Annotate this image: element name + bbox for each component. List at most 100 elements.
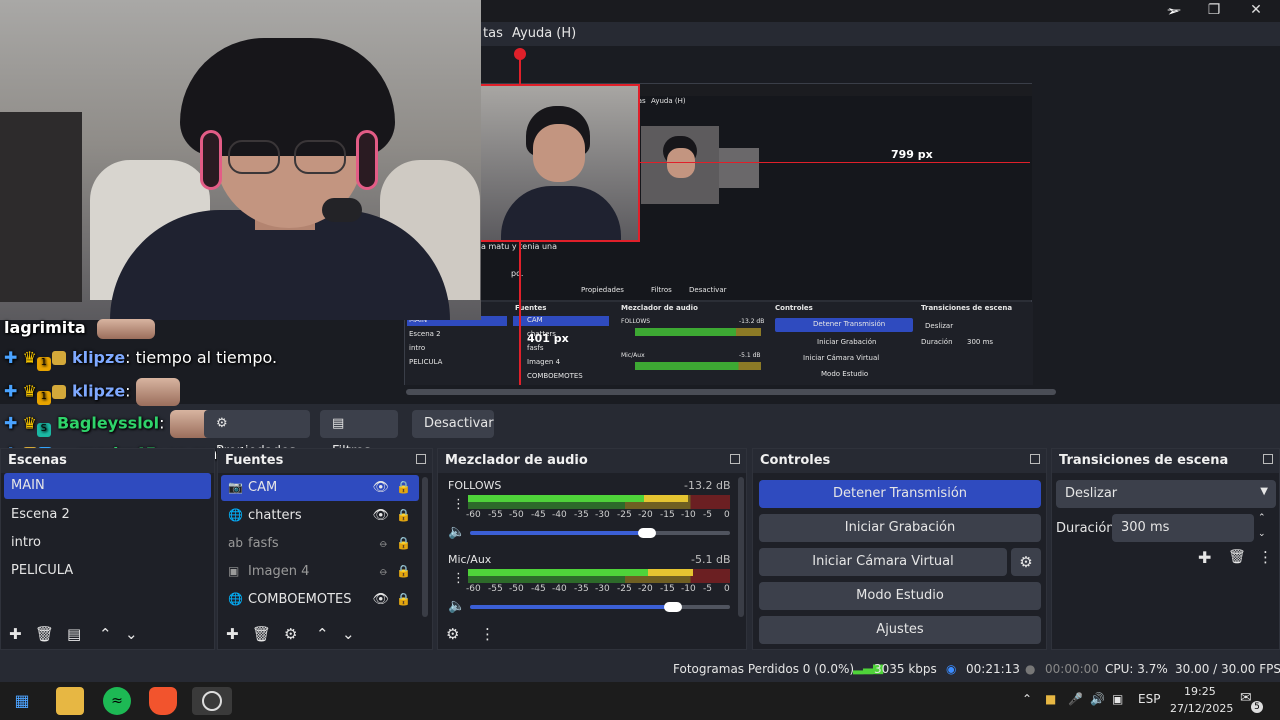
lock-icon[interactable]: 🔒	[396, 508, 411, 522]
tray-app-icon[interactable]: ■	[1045, 692, 1056, 706]
volume-slider-knob[interactable]	[638, 528, 656, 538]
stop-stream-button[interactable]: Detener Transmisión	[759, 480, 1041, 508]
float-icon[interactable]	[1030, 454, 1040, 464]
microphone-icon[interactable]: 🎤	[1068, 692, 1083, 706]
file-explorer-icon[interactable]	[56, 687, 84, 715]
chevron-down-icon[interactable]: ⌄	[342, 625, 355, 643]
float-icon[interactable]	[1263, 454, 1273, 464]
scene-item[interactable]: PELICULA	[4, 558, 211, 584]
nested-px-label-2: 401 px	[527, 332, 569, 345]
float-icon[interactable]	[416, 454, 426, 464]
preview-scrollbar[interactable]	[406, 389, 1056, 395]
add-icon[interactable]: ✚	[1198, 548, 1211, 567]
start-recording-button[interactable]: Iniciar Grabación	[759, 514, 1041, 542]
lock-icon[interactable]: 🔒	[396, 536, 411, 550]
deactivate-button[interactable]: Desactivar	[412, 410, 494, 438]
source-item[interactable]: 📷 CAM 👁 🔒	[221, 475, 419, 501]
kebab-menu-icon[interactable]: ⋮	[1258, 548, 1273, 566]
filter-icon[interactable]: ▤	[67, 625, 81, 643]
nested-source-5: COMBOEMOTES	[527, 372, 583, 380]
settings-icon[interactable]: ⚙	[446, 625, 459, 643]
menu-help[interactable]: Ayuda (H)	[512, 26, 576, 41]
add-icon[interactable]: ✚	[9, 625, 22, 643]
spotify-icon[interactable]: ≈	[103, 687, 131, 715]
close-button[interactable]: ✕	[1236, 0, 1276, 20]
eye-off-icon[interactable]: ⦵	[378, 536, 389, 551]
lock-icon[interactable]: 🔒	[396, 592, 411, 606]
notifications-icon[interactable]: ✉	[1240, 690, 1252, 706]
trash-icon[interactable]: 🗑	[252, 625, 271, 643]
add-icon[interactable]: ✚	[226, 625, 239, 643]
gear-icon[interactable]: ⚙	[1011, 548, 1041, 576]
brave-browser-icon[interactable]	[149, 687, 177, 715]
mixer-scrollbar[interactable]	[738, 477, 744, 617]
webcam-feed	[0, 0, 481, 320]
guide-line-lower	[481, 240, 640, 242]
eye-icon[interactable]: 👁	[372, 592, 389, 607]
source-item[interactable]: ▣ Imagen 4 ⦵ 🔒	[221, 559, 419, 585]
meter-scale-tick: -25	[617, 510, 632, 520]
speaker-icon[interactable]: 🔈	[448, 524, 465, 540]
kebab-menu-icon[interactable]: ⋮	[480, 625, 495, 643]
volume-slider[interactable]	[470, 605, 673, 609]
preview-canvas[interactable]: Ayuda (H) tas a matu y tenia una po. 799…	[404, 83, 1033, 385]
scenes-footer: ✚ 🗑 ▤ ⌃ ⌄	[1, 621, 214, 649]
language-indicator[interactable]: ESP	[1138, 692, 1160, 706]
guide-handle[interactable]	[514, 48, 526, 60]
sources-scrollbar[interactable]	[422, 477, 428, 617]
settings-button[interactable]: Ajustes	[759, 616, 1041, 644]
speaker-icon[interactable]: 🔈	[448, 598, 465, 614]
float-icon[interactable]	[730, 454, 740, 464]
stepper-down-icon[interactable]: ⌄	[1258, 529, 1266, 539]
properties-button[interactable]: ⚙ Propiedades	[204, 410, 310, 459]
lock-icon[interactable]: 🔒	[396, 480, 411, 494]
chevron-up-icon[interactable]: ⌃	[99, 625, 112, 643]
chevron-down-icon[interactable]: ⌄	[125, 625, 138, 643]
chevron-up-icon[interactable]: ⌃	[316, 625, 329, 643]
meter-scale-tick: -30	[595, 510, 610, 520]
image-icon: ▣	[228, 564, 240, 578]
network-icon[interactable]: ▣	[1112, 692, 1123, 706]
trash-icon[interactable]: 🗑	[35, 625, 54, 643]
source-item[interactable]: 🌐 chatters 👁 🔒	[221, 503, 419, 529]
clock-date[interactable]: 27/12/2025	[1170, 702, 1233, 715]
obs-app-icon[interactable]	[192, 687, 232, 715]
stream-time: 00:21:13	[966, 662, 1020, 676]
volume-icon[interactable]: 🔊	[1090, 692, 1105, 706]
studio-mode-button[interactable]: Modo Estudio	[759, 582, 1041, 610]
gear-icon[interactable]: ⚙	[284, 625, 297, 643]
kebab-menu-icon[interactable]: ⋮	[452, 571, 465, 586]
scene-item[interactable]: MAIN	[4, 473, 211, 499]
meter-scale-tick: -35	[574, 510, 589, 520]
restore-button[interactable]: ❐	[1194, 0, 1234, 20]
start-virtual-cam-button[interactable]: Iniciar Cámara Virtual	[759, 548, 1007, 576]
meter-scale-tick: -15	[660, 584, 675, 594]
source-item[interactable]: 🌐 COMBOEMOTES 👁 🔒	[221, 587, 419, 613]
scene-item[interactable]: intro	[4, 530, 211, 556]
duration-input[interactable]: 300 ms	[1112, 514, 1254, 542]
stepper-up-icon[interactable]: ⌃	[1258, 513, 1266, 523]
chat-user: klipze	[71, 348, 126, 367]
filters-button[interactable]: ▤ Filtros	[320, 410, 398, 459]
clock-time[interactable]: 19:25	[1184, 685, 1216, 698]
eye-icon[interactable]: 👁	[372, 480, 389, 495]
source-item[interactable]: ab fasfs ⦵ 🔒	[221, 531, 419, 557]
eye-icon[interactable]: 👁	[372, 508, 389, 523]
windows-start-icon[interactable]: ▦	[8, 687, 36, 715]
lock-icon[interactable]: 🔒	[396, 564, 411, 578]
kebab-menu-icon[interactable]: ⋮	[452, 497, 465, 512]
scene-item[interactable]: Escena 2	[4, 502, 211, 528]
volume-slider-knob[interactable]	[664, 602, 682, 612]
nested-duration: 300 ms	[967, 338, 994, 346]
notification-count-badge: 5	[1251, 701, 1263, 713]
chat-user: Bagleysslol	[56, 413, 160, 433]
eye-off-icon[interactable]: ⦵	[378, 564, 389, 579]
transition-select[interactable]: Deslizar ▼	[1056, 480, 1276, 508]
trash-icon[interactable]: 🗑	[1228, 549, 1246, 565]
tray-expand-icon[interactable]: ⌃	[1022, 692, 1032, 706]
filter-icon: ▤	[332, 416, 345, 431]
nested-transition: Deslizar	[925, 322, 954, 330]
volume-slider[interactable]	[470, 531, 647, 535]
menu-tools[interactable]: tas	[483, 26, 503, 41]
nested-menu-help: Ayuda (H)	[651, 97, 686, 105]
